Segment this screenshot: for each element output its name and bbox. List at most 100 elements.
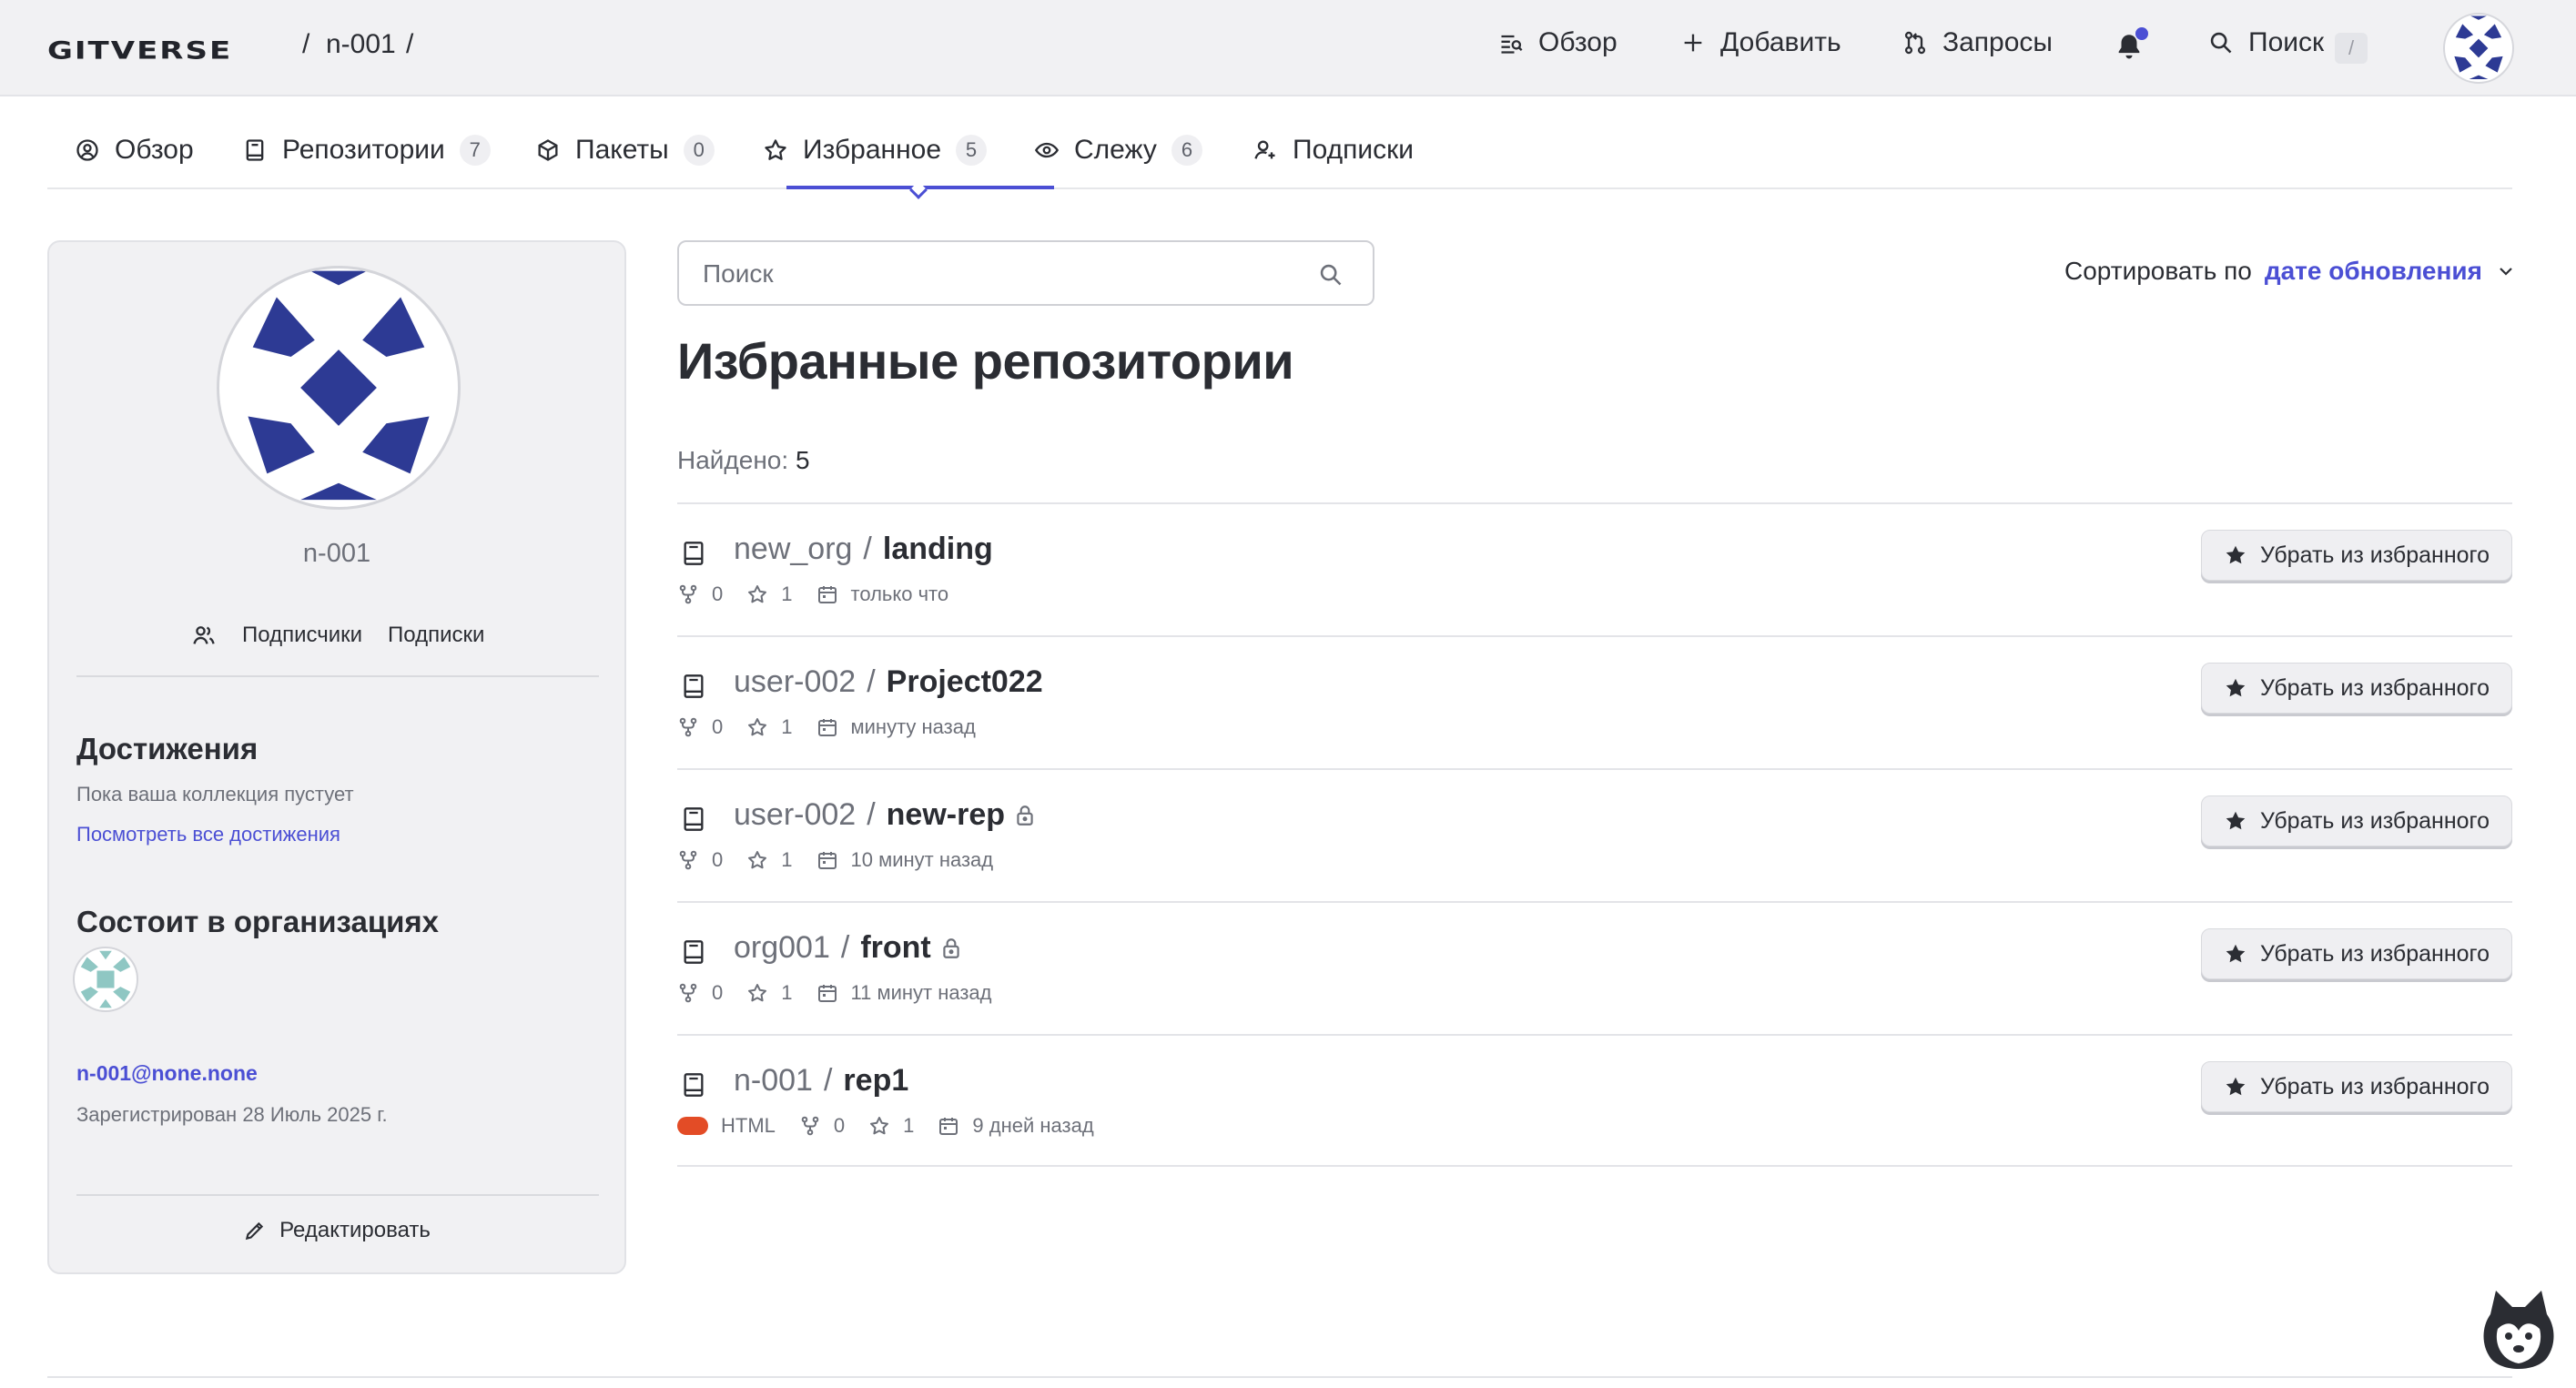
star-icon: [748, 851, 767, 869]
tab-packages[interactable]: Пакеты 0: [535, 135, 715, 166]
repo-separator: /: [867, 664, 876, 699]
tab-label: Обзор: [115, 135, 194, 165]
repo-stars: 1: [746, 715, 793, 739]
repo-title-link[interactable]: n-001 / rep1: [734, 1063, 908, 1099]
repo-forks: 0: [677, 583, 723, 606]
found-number: 5: [795, 446, 810, 474]
tab-subscriptions[interactable]: Подписки: [1253, 135, 1414, 166]
plus-icon: [1684, 34, 1702, 52]
repo-icon: [246, 139, 264, 161]
breadcrumb-separator: /: [406, 29, 414, 59]
repo-star-count: 1: [781, 981, 793, 1004]
nav-requests-button[interactable]: Запросы: [1902, 27, 2053, 58]
tab-watching[interactable]: Слежу 6: [1034, 135, 1202, 166]
star-filled-icon: [2226, 811, 2246, 830]
following-link[interactable]: Подписки: [388, 623, 484, 648]
user-avatar[interactable]: [2443, 13, 2514, 84]
tab-favorites[interactable]: Избранное 5: [763, 135, 988, 166]
nav-overview-label: Обзор: [1538, 27, 1618, 57]
calendar-icon: [939, 1118, 958, 1135]
search-shortcut-key: /: [2335, 33, 2368, 64]
nav-add-button[interactable]: Добавить: [1680, 27, 1841, 58]
repo-updated-time: 9 дней назад: [972, 1114, 1094, 1137]
avatar-pattern-icon: [248, 270, 430, 501]
repo-icon: [684, 1073, 704, 1097]
repo-stars: 1: [868, 1114, 914, 1138]
repo-name: rep1: [843, 1063, 909, 1098]
profile-icon: [76, 139, 98, 161]
repo-name: new-rep: [886, 797, 1006, 832]
pull-request-icon: [1904, 31, 1926, 55]
package-icon: [538, 139, 558, 161]
repo-fork-count: 0: [833, 1114, 846, 1137]
language-color-dot: [677, 1117, 708, 1135]
star-icon: [748, 718, 767, 736]
repo-meta: HTML 0 1 9 дней назад: [677, 1114, 1118, 1138]
achievements-link[interactable]: Посмотреть все достижения: [76, 823, 340, 846]
favorites-search: [677, 240, 1374, 306]
repo-meta: 0 1 11 минут назад: [677, 981, 1016, 1005]
repo-forks: 0: [799, 1114, 845, 1138]
unstar-button[interactable]: Убрать из избранного: [2201, 795, 2512, 846]
tab-count-badge: 7: [459, 135, 491, 166]
org-pattern-icon: [80, 950, 131, 1008]
gitverse-logo[interactable]: GITVERSE: [47, 36, 232, 65]
found-label: Найдено:: [677, 446, 789, 474]
person-add-icon: [1254, 140, 1275, 159]
sort-value: дате обновления: [2264, 257, 2482, 285]
active-tab-caret: [909, 181, 928, 199]
repo-title-link[interactable]: user-002 / new-rep: [734, 797, 1036, 833]
repo-title-link[interactable]: new_org / landing: [734, 532, 993, 567]
edit-profile-button[interactable]: Редактировать: [49, 1218, 624, 1243]
fork-icon: [679, 983, 697, 1003]
top-bar: GITVERSE / n-001 / Обзор Добавить Запрос…: [0, 0, 2576, 96]
profile-email[interactable]: n-001@none.none: [76, 1061, 258, 1086]
repo-separator: /: [867, 797, 876, 832]
calendar-icon: [817, 586, 837, 603]
organization-avatar[interactable]: [73, 947, 138, 1012]
repo-separator: /: [823, 1063, 833, 1098]
repo-fork-count: 0: [712, 715, 724, 738]
repo-icon: [684, 542, 704, 565]
repo-language-label: HTML: [721, 1114, 776, 1137]
calendar-icon: [817, 719, 837, 736]
sort-dropdown[interactable]: Сортировать по дате обновления: [2064, 257, 2517, 286]
nav-overview-button[interactable]: Обзор: [1498, 27, 1618, 58]
nav-add-label: Добавить: [1720, 27, 1841, 57]
nav-search-label: Поиск: [2248, 27, 2325, 57]
tab-label: Репозитории: [282, 135, 445, 165]
mascot-icon[interactable]: [2478, 1285, 2560, 1376]
search-icon[interactable]: [1318, 262, 1344, 288]
repo-forks: 0: [677, 981, 723, 1005]
unstar-button[interactable]: Убрать из избранного: [2201, 1061, 2512, 1112]
star-icon: [748, 585, 767, 603]
repo-star-count: 1: [903, 1114, 915, 1137]
repo-updated-time: 11 минут назад: [850, 981, 992, 1004]
registration-date: Зарегистрирован 28 Июль 2025 г.: [76, 1103, 388, 1126]
nav-search-button[interactable]: Поиск: [2208, 27, 2324, 58]
repo-separator: /: [863, 532, 872, 566]
tab-repositories[interactable]: Репозитории 7: [242, 135, 491, 166]
achievements-title: Достижения: [76, 732, 259, 765]
search-input[interactable]: [703, 255, 1285, 293]
people-icon: [193, 626, 215, 644]
repo-item: user-002 / new-rep 0 1 10 минут назад Убра…: [677, 768, 2512, 901]
tab-label: Пакеты: [575, 135, 669, 165]
star-icon: [765, 139, 786, 160]
unstar-button[interactable]: Убрать из избранного: [2201, 530, 2512, 581]
pencil-icon: [245, 1221, 264, 1241]
tab-overview[interactable]: Обзор: [75, 135, 194, 166]
repo-updated: 11 минут назад: [816, 981, 992, 1005]
profile-avatar[interactable]: [217, 266, 461, 510]
followers-link[interactable]: Подписчики: [242, 623, 362, 648]
repo-title-link[interactable]: org001 / front: [734, 930, 962, 966]
unstar-button[interactable]: Убрать из избранного: [2201, 663, 2512, 714]
repo-language: HTML: [677, 1114, 776, 1138]
unstar-button[interactable]: Убрать из избранного: [2201, 928, 2512, 979]
nav-requests-label: Запросы: [1942, 27, 2053, 57]
repo-title-link[interactable]: user-002 / Project022: [734, 664, 1043, 700]
repo-updated: 9 дней назад: [938, 1114, 1094, 1138]
breadcrumb-user[interactable]: n-001: [326, 29, 396, 60]
lock-icon: [1017, 805, 1033, 826]
profile-card: n-001 Подписчики Подписки Достижения Пок…: [47, 240, 626, 1274]
